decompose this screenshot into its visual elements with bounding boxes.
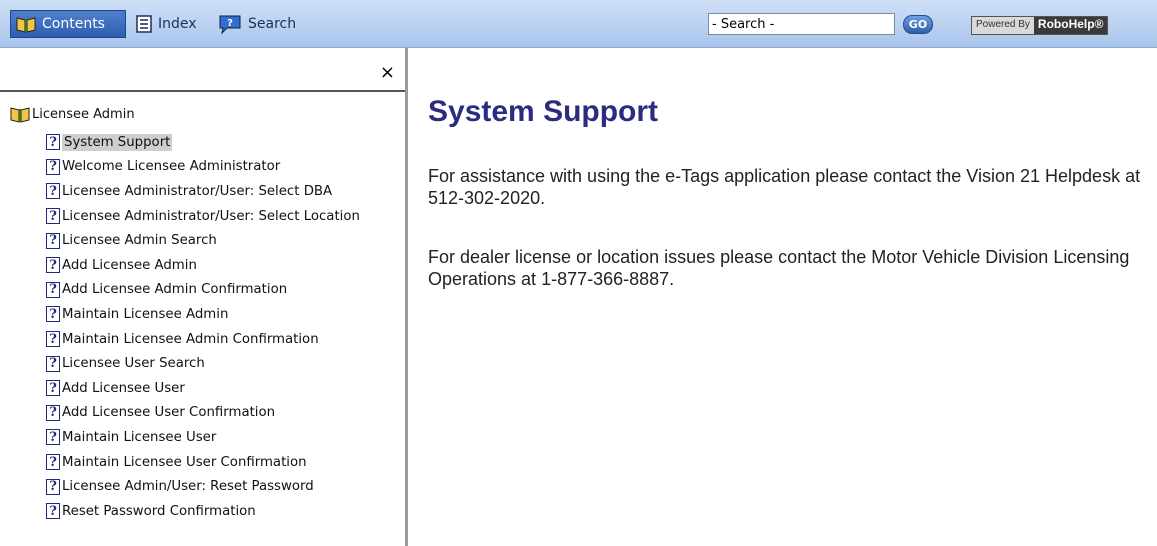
help-topic-icon: ? bbox=[46, 503, 60, 520]
toc-item[interactable]: ? Maintain Licensee Admin Confirmation bbox=[46, 327, 360, 352]
toc-list: ? System Support ? Welcome Licensee Admini… bbox=[46, 130, 360, 524]
tab-search-label: Search bbox=[248, 16, 297, 32]
speech-bubble-icon: ? bbox=[218, 14, 242, 34]
toc-item[interactable]: ? Licensee Admin Search bbox=[46, 228, 360, 253]
robohelp-brand: RoboHelp® bbox=[1033, 17, 1108, 34]
toc-item[interactable]: ? Maintain Licensee Admin bbox=[46, 302, 360, 327]
support-paragraph-helpdesk: For assistance with using the e-Tags app… bbox=[428, 166, 1141, 208]
page-title: System Support bbox=[428, 95, 659, 128]
pane-header: × bbox=[0, 60, 405, 92]
toc-item[interactable]: ? Welcome Licensee Administrator bbox=[46, 155, 360, 180]
toc-item[interactable]: ? Add Licensee User bbox=[46, 376, 360, 401]
help-topic-icon: ? bbox=[46, 257, 60, 274]
toc-item[interactable]: ? System Support bbox=[46, 130, 360, 155]
help-topic-icon: ? bbox=[46, 380, 60, 397]
toc-item[interactable]: ? Licensee Administrator/User: Select DBA bbox=[46, 179, 360, 204]
help-topic-icon: ? bbox=[46, 429, 60, 446]
robohelp-badge[interactable]: Powered By RoboHelp® bbox=[971, 16, 1109, 35]
help-topic-icon: ? bbox=[46, 478, 60, 495]
toc-item[interactable]: ? Maintain Licensee User Confirmation bbox=[46, 450, 360, 475]
help-topic-icon: ? bbox=[46, 232, 60, 249]
tab-contents-label: Contents bbox=[42, 16, 105, 32]
toc-item[interactable]: ? Add Licensee Admin Confirmation bbox=[46, 278, 360, 303]
help-topic-icon: ? bbox=[46, 134, 60, 151]
tab-contents[interactable]: Contents bbox=[10, 10, 126, 38]
toc-item[interactable]: ? Add Licensee User Confirmation bbox=[46, 401, 360, 426]
search-input[interactable] bbox=[708, 13, 895, 35]
toc-item[interactable]: ? Maintain Licensee User bbox=[46, 425, 360, 450]
open-book-icon bbox=[10, 106, 30, 123]
topic-content: System Support For assistance with using… bbox=[410, 48, 1157, 546]
help-topic-icon: ? bbox=[46, 454, 60, 471]
toc-item[interactable]: ? Licensee User Search bbox=[46, 351, 360, 376]
book-icon bbox=[16, 15, 36, 33]
svg-text:?: ? bbox=[227, 18, 233, 29]
tab-index[interactable]: Index bbox=[136, 10, 204, 38]
help-topic-icon: ? bbox=[46, 281, 60, 298]
tree-root-label: Licensee Admin bbox=[32, 106, 135, 122]
help-topic-icon: ? bbox=[46, 331, 60, 348]
toc-item[interactable]: ? Licensee Admin/User: Reset Password bbox=[46, 474, 360, 499]
tab-search[interactable]: ? Search bbox=[218, 10, 308, 38]
go-button[interactable]: GO bbox=[903, 15, 933, 34]
help-topic-icon: ? bbox=[46, 183, 60, 200]
help-topic-icon: ? bbox=[46, 158, 60, 175]
tree-root-licensee-admin[interactable]: Licensee Admin bbox=[10, 104, 135, 124]
tab-index-label: Index bbox=[158, 16, 197, 32]
toc-item[interactable]: ? Add Licensee Admin bbox=[46, 253, 360, 278]
toc-pane: × Licensee Admin ? System Support ? Welcom… bbox=[0, 48, 408, 546]
index-list-icon bbox=[136, 15, 152, 33]
help-topic-icon: ? bbox=[46, 208, 60, 225]
toc-item[interactable]: ? Reset Password Confirmation bbox=[46, 499, 360, 524]
help-topic-icon: ? bbox=[46, 355, 60, 372]
support-paragraph-licensing: For dealer license or location issues pl… bbox=[428, 247, 1130, 289]
toolbar: Contents Index ? Search GO Powered By Ro… bbox=[0, 0, 1157, 48]
help-topic-icon: ? bbox=[46, 306, 60, 323]
powered-by-label: Powered By bbox=[972, 17, 1034, 34]
help-topic-icon: ? bbox=[46, 404, 60, 421]
toc-item[interactable]: ? Licensee Administrator/User: Select Loc… bbox=[46, 204, 360, 229]
close-icon[interactable]: × bbox=[380, 62, 395, 83]
